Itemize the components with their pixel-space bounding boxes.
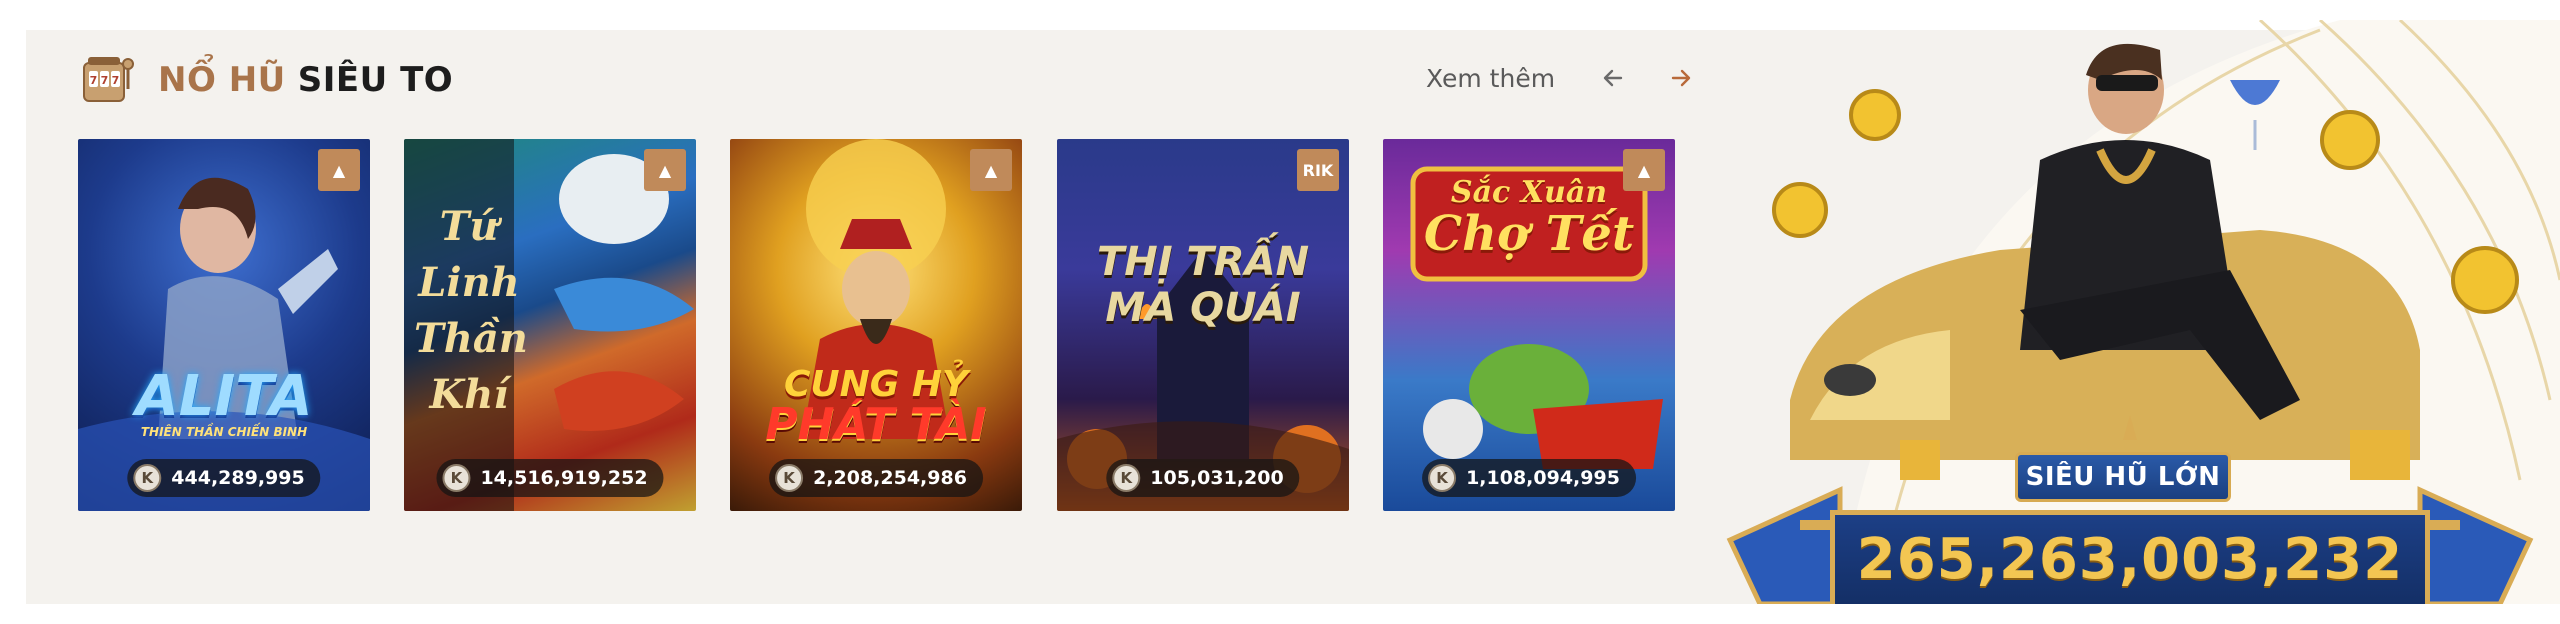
game-title-main: Sắc Xuân xyxy=(1450,175,1608,210)
game-art xyxy=(78,139,370,511)
svg-text:7: 7 xyxy=(90,74,98,87)
game-card[interactable]: ▲ CUNG HỶ PHÁT TÀI K 2,208,254,986 xyxy=(730,139,1022,511)
jackpot-amount: 2,208,254,986 xyxy=(813,467,967,489)
jackpot-value-box: 265,263,003,232 xyxy=(1830,510,2430,604)
section-title: NỔ HŨ SIÊU TO xyxy=(158,60,453,100)
jackpot-pill: K 1,108,094,995 xyxy=(1422,459,1636,497)
coin-icon: K xyxy=(1428,464,1457,492)
game-title: Tứ Linh Thần Khí xyxy=(414,199,528,423)
jackpot-value: 265,263,003,232 xyxy=(1856,527,2404,592)
game-card[interactable]: ▲ ALITA THIÊN THẦN CHIẾN BINH K 444,289,… xyxy=(78,139,370,511)
game-subtitle: Chợ Tết xyxy=(1423,206,1635,262)
game-title-main: THỊ TRẤN xyxy=(1096,239,1310,285)
section-header: 7 7 7 NỔ HŨ SIÊU TO xyxy=(80,50,453,110)
section-title-main: SIÊU TO xyxy=(297,60,454,100)
see-more-link[interactable]: Xem thêm xyxy=(1426,64,1555,93)
jackpot-label: SIÊU HŨ LỚN xyxy=(2015,452,2231,502)
next-button[interactable] xyxy=(1661,58,1701,98)
game-art xyxy=(730,139,1022,511)
prev-button[interactable] xyxy=(1593,58,1633,98)
coin-icon: K xyxy=(1112,464,1141,492)
arrow-left-icon xyxy=(1603,69,1623,87)
game-card[interactable]: ▲ Sắc Xuân Chợ Tết K 1,108,094,995 xyxy=(1383,139,1675,511)
svg-text:7: 7 xyxy=(112,74,120,87)
game-card[interactable]: ▲ Tứ Linh Thần Khí K 14,516,919,252 xyxy=(404,139,696,511)
game-title-main: ALITA xyxy=(135,364,313,429)
carousel-nav: Xem thêm xyxy=(1426,58,1701,98)
game-title-main: Tứ Linh xyxy=(418,203,520,306)
jackpot-pill: K 2,208,254,986 xyxy=(769,459,983,497)
provider-badge: RIK xyxy=(1297,149,1339,191)
game-subtitle: PHÁT TÀI xyxy=(765,399,987,450)
game-subtitle: Thần Khí xyxy=(414,315,528,418)
mega-jackpot-banner[interactable]: SIÊU HŨ LỚN 265,263,003,232 xyxy=(1700,20,2560,604)
jackpot-amount: 105,031,200 xyxy=(1150,467,1284,489)
jackpot-amount: 444,289,995 xyxy=(171,467,305,489)
game-title: Sắc Xuân Chợ Tết xyxy=(1383,175,1675,262)
jackpot-amount: 1,108,094,995 xyxy=(1466,467,1620,489)
provider-logo-icon: ▲ xyxy=(318,149,360,191)
provider-logo-icon: ▲ xyxy=(644,149,686,191)
coin-icon: K xyxy=(133,464,162,492)
coin-icon: K xyxy=(775,464,804,492)
svg-text:7: 7 xyxy=(101,74,109,87)
jackpot-amount: 14,516,919,252 xyxy=(480,467,648,489)
slot-machine-icon: 7 7 7 xyxy=(83,57,134,102)
jackpot-pill: K 105,031,200 xyxy=(1106,459,1300,497)
game-title: CUNG HỶ PHÁT TÀI xyxy=(730,364,1022,450)
provider-logo-icon: ▲ xyxy=(970,149,1012,191)
arrow-right-icon xyxy=(1671,69,1691,87)
game-card[interactable]: RIK THỊ TRẤN MA QUÁI K 105,031,200 xyxy=(1057,139,1349,511)
game-title: THỊ TRẤN MA QUÁI xyxy=(1057,239,1349,331)
section-title-accent: NỔ HŨ xyxy=(158,60,286,100)
coin-icon: K xyxy=(442,464,471,492)
jackpot-pill: K 14,516,919,252 xyxy=(436,459,664,497)
jackpot-pill: K 444,289,995 xyxy=(127,459,321,497)
game-subtitle: MA QUÁI xyxy=(1105,285,1301,331)
game-title: ALITA THIÊN THẦN CHIẾN BINH xyxy=(78,364,370,439)
game-subtitle: THIÊN THẦN CHIẾN BINH xyxy=(140,425,308,439)
